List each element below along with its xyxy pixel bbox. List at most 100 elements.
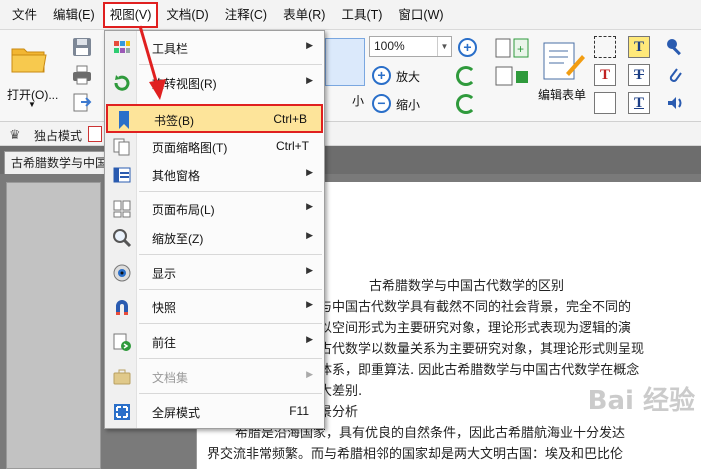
menu-item-page-thumbnails[interactable]: 页面缩略图(T) Ctrl+T: [106, 133, 323, 160]
bookmark-icon: [114, 110, 134, 130]
submenu-arrow-icon: ▶: [306, 201, 313, 211]
goto-icon: [112, 332, 132, 352]
select-hand-tool-icon[interactable]: [325, 38, 365, 86]
exclusive-mode-toggle-icon[interactable]: [88, 126, 102, 142]
menu-view[interactable]: 视图(V): [102, 1, 159, 28]
menu-divider: [139, 323, 322, 324]
submenu-arrow-icon: ▶: [306, 369, 313, 379]
view-menu-dropdown: 工具栏 ▶ 旋转视图(R) ▶ 书签(B) Ctrl+B 页面缩略图(T) Ct…: [104, 30, 325, 429]
menu-form[interactable]: 表单(R): [275, 3, 333, 27]
print-icon[interactable]: [70, 64, 94, 86]
display-eye-icon: [112, 263, 132, 283]
menu-item-toolbar[interactable]: 工具栏 ▶: [106, 34, 323, 61]
menu-item-shortcut: Ctrl+B: [273, 112, 307, 126]
zoom-out-icon[interactable]: −: [372, 94, 391, 113]
zoom-value: 100%: [374, 39, 405, 53]
submenu-arrow-icon: ▶: [306, 75, 313, 85]
menu-item-goto[interactable]: 前往 ▶: [106, 328, 323, 355]
menu-item-other-panes[interactable]: 其他窗格 ▶: [106, 161, 323, 188]
strikeout-text-icon[interactable]: T: [628, 64, 650, 86]
attachment-icon[interactable]: [664, 64, 686, 86]
menu-window[interactable]: 窗口(W): [390, 3, 451, 27]
rotate-left-icon[interactable]: [456, 66, 476, 86]
menu-divider: [139, 64, 322, 65]
menu-item-label: 缩放至(Z): [152, 232, 204, 246]
watermark-logo: Bai 经验: [587, 386, 695, 416]
highlight-text-icon[interactable]: T: [628, 36, 650, 58]
menu-item-label: 前往: [152, 336, 177, 350]
submenu-arrow-icon: ▶: [306, 167, 313, 177]
save-icon[interactable]: [70, 36, 94, 58]
zoom-to-icon: [112, 228, 132, 248]
menu-item-page-layout[interactable]: 页面布局(L) ▶: [106, 195, 323, 222]
fullscreen-icon: [112, 402, 132, 422]
menu-item-label: 页面布局(L): [152, 203, 215, 217]
menu-edit[interactable]: 编辑(E): [45, 3, 103, 27]
menu-item-shortcut: Ctrl+T: [276, 139, 309, 153]
edit-form-label[interactable]: 编辑表单: [538, 86, 586, 103]
menu-divider: [139, 393, 322, 394]
document-set-icon: [112, 367, 132, 387]
stamp-key-icon[interactable]: [664, 36, 686, 58]
tab-document[interactable]: 古希腊数学与中国: [4, 151, 114, 174]
menu-divider: [139, 191, 322, 192]
submenu-arrow-icon: ▶: [306, 230, 313, 240]
menu-item-display[interactable]: 显示 ▶: [106, 259, 323, 286]
submenu-arrow-icon: ▶: [306, 265, 313, 275]
snapshot-magnet-icon: [112, 297, 132, 317]
rotate-view-icon: [112, 73, 132, 93]
open-folder-icon[interactable]: [10, 40, 48, 76]
zoom-in-magnifier-icon[interactable]: +: [458, 38, 477, 57]
zoom-select[interactable]: 100% ▼: [369, 36, 452, 57]
typewriter-icon[interactable]: T: [594, 64, 616, 86]
menu-divider: [139, 358, 322, 359]
underline-text-icon[interactable]: T: [628, 92, 650, 114]
menu-document[interactable]: 文档(D): [158, 3, 216, 27]
form-field-icon[interactable]: +: [492, 36, 532, 60]
hand-tool-label-partial: 小: [352, 94, 365, 108]
submenu-arrow-icon: ▶: [306, 299, 313, 309]
menu-item-label: 快照: [152, 301, 177, 315]
export-icon[interactable]: [70, 92, 94, 114]
rotate-right-icon[interactable]: [456, 94, 476, 114]
text-box-tool-icon[interactable]: [594, 36, 616, 58]
menu-item-label: 旋转视图(R): [152, 77, 217, 91]
page-thumbnails-icon: [112, 137, 132, 157]
submenu-arrow-icon: ▶: [306, 334, 313, 344]
submenu-arrow-icon: ▶: [306, 40, 313, 50]
toolbar-grid-icon: [112, 38, 132, 58]
zoom-out-label[interactable]: 缩小: [396, 96, 420, 113]
menu-file[interactable]: 文件: [4, 3, 45, 27]
menu-item-label: 文档集: [152, 371, 189, 385]
menu-item-bookmarks[interactable]: 书签(B) Ctrl+B: [106, 104, 323, 133]
menu-item-rotate-view[interactable]: 旋转视图(R) ▶: [106, 69, 323, 96]
menu-item-label: 其他窗格: [152, 169, 201, 183]
sound-icon[interactable]: [664, 92, 686, 114]
menu-item-label: 工具栏: [152, 42, 189, 56]
note-icon[interactable]: [594, 92, 616, 114]
menu-tools[interactable]: 工具(T): [333, 3, 390, 27]
menu-item-zoom-to[interactable]: 缩放至(Z) ▶: [106, 224, 323, 251]
form-list-icon[interactable]: [492, 64, 532, 88]
menu-bar: 文件 编辑(E) 视图(V) 文档(D) 注释(C) 表单(R) 工具(T) 窗…: [0, 0, 701, 30]
zoom-in-icon[interactable]: +: [372, 66, 391, 85]
menu-comment[interactable]: 注释(C): [217, 3, 275, 27]
other-panes-icon: [112, 165, 132, 185]
menu-item-label: 显示: [152, 267, 177, 281]
menu-item-label: 页面缩略图(T): [152, 141, 228, 155]
menu-item-label: 书签(B): [154, 114, 194, 128]
page-layout-icon: [112, 199, 132, 219]
zoom-in-label[interactable]: 放大: [396, 68, 420, 85]
open-dropdown-icon[interactable]: ▼: [28, 100, 36, 109]
menu-divider: [139, 254, 322, 255]
crown-icon[interactable]: ♛: [9, 127, 21, 143]
document-line: 界交流非常频繁。而与希腊相邻的国家却是两大文明古国：埃及和巴比伦: [207, 447, 624, 462]
menu-item-fullscreen[interactable]: 全屏模式 F11: [106, 398, 323, 425]
menu-item-shortcut: F11: [289, 404, 309, 418]
edit-form-icon[interactable]: [540, 38, 586, 84]
exclusive-mode-label[interactable]: 独占模式: [34, 127, 82, 144]
chevron-down-icon[interactable]: ▼: [437, 37, 451, 56]
menu-item-document-set: 文档集 ▶: [106, 363, 323, 390]
menu-divider: [139, 289, 322, 290]
menu-item-snapshot[interactable]: 快照 ▶: [106, 293, 323, 320]
